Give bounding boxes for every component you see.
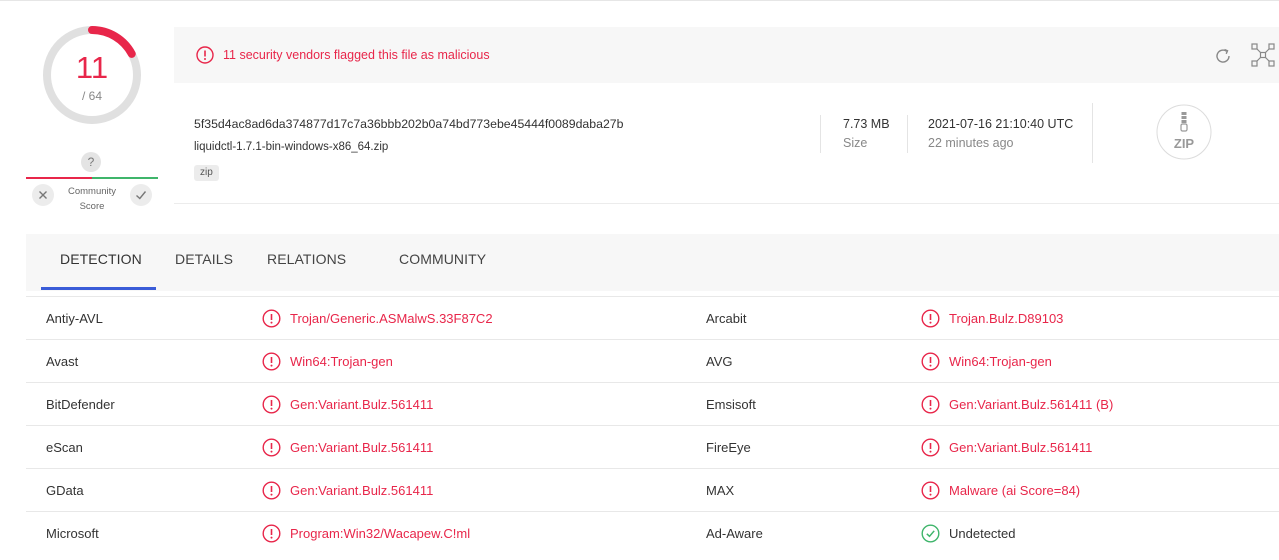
alert-icon [921,352,940,376]
zip-file-icon: ZIP [1156,104,1212,160]
table-row: Microsoft Program:Win32/Wacapew.C!ml Ad-Aw… [26,511,1279,555]
detection-result: Gen:Variant.Bulz.561411 (B) [949,397,1114,412]
alert-message: 11 security vendors flagged this file as… [223,48,490,62]
reanalyze-icon[interactable] [1212,45,1234,67]
file-tag[interactable]: zip [194,165,219,181]
detections-count: 11 [75,50,109,85]
alert-icon [921,309,940,333]
check-circle-icon [921,524,940,548]
detection-result: Gen:Variant.Bulz.561411 [290,483,434,498]
vendor-name: MAX [706,483,735,498]
engines-total: / 64 [81,89,102,103]
alert-icon [262,352,281,376]
file-info-card: 5f35d4ac8ad6da374877d17c7a36bbb202b0a74b… [174,83,1279,204]
close-icon [39,191,47,199]
detection-result: Win64:Trojan-gen [290,354,393,369]
vendor-name: BitDefender [46,397,115,412]
table-row: BitDefender Gen:Variant.Bulz.561411 Emsiso… [26,382,1279,426]
analysis-age: 22 minutes ago [928,136,1014,150]
alert-icon [262,309,281,333]
table-row: GData Gen:Variant.Bulz.561411 MAX Malware (… [26,468,1279,512]
top-divider [0,0,1279,1]
table-row: eScan Gen:Variant.Bulz.561411 FireEye Gen:V… [26,425,1279,469]
detection-result: Trojan.Bulz.D89103 [949,311,1064,326]
detection-score-gauge: 11 / 64 [40,23,144,127]
vendor-name: Microsoft [46,526,99,541]
table-row: Avast Win64:Trojan-gen AVG Win64:Trojan-gen [26,339,1279,383]
community-bar-positive [92,177,158,179]
alert-icon [921,395,940,419]
vendor-name: Ad-Aware [706,526,763,541]
tab-relations[interactable]: RELATIONS [267,251,346,267]
check-icon [136,191,147,200]
alert-icon [921,481,940,505]
tab-bar: DETECTION DETAILS RELATIONS COMMUNITY [26,234,1279,291]
detection-result: Gen:Variant.Bulz.561411 [290,397,434,412]
community-bar-negative [26,177,92,179]
vendor-name: Avast [46,354,79,369]
zip-icon-shape: ZIP [1156,104,1212,160]
file-size-label: Size [843,136,868,150]
divider [1092,103,1093,163]
file-hash[interactable]: 5f35d4ac8ad6da374877d17c7a36bbb202b0a74b… [194,117,623,131]
alert-icon [262,438,281,462]
alert-icon [196,46,214,64]
malicious-alert-banner: 11 security vendors flagged this file as… [174,27,1279,83]
vendor-name: Emsisoft [706,397,756,412]
alert-icon [262,395,281,419]
tab-details[interactable]: DETAILS [175,251,233,267]
detection-result: Win64:Trojan-gen [949,354,1052,369]
vendor-name: GData [46,483,84,498]
analysis-date: 2021-07-16 21:10:40 UTC [928,117,1074,131]
vote-harmless-button[interactable] [130,184,152,206]
zip-icon-label: ZIP [1174,136,1195,151]
vendor-name: eScan [46,440,83,455]
vendor-name: FireEye [706,440,751,455]
divider [820,115,821,153]
tab-community[interactable]: COMMUNITY [399,251,486,267]
table-row: Antiy-AVL Trojan/Generic.ASMalwS.33F87C2 A… [26,296,1279,340]
vote-harmful-button[interactable] [32,184,54,206]
vendor-name: AVG [706,354,733,369]
active-tab-indicator [41,287,156,290]
detection-result: Undetected [949,526,1016,541]
file-size: 7.73 MB [843,117,890,131]
detection-result: Trojan/Generic.ASMalwS.33F87C2 [290,311,493,326]
file-name: liquidctl-1.7.1-bin-windows-x86_64.zip [194,141,389,153]
divider [907,115,908,153]
tab-detection[interactable]: DETECTION [60,251,142,267]
alert-icon [921,438,940,462]
detection-result: Gen:Variant.Bulz.561411 [949,440,1093,455]
question-icon: ? [81,152,101,172]
detection-result: Program:Win32/Wacapew.C!ml [290,526,471,541]
vendor-name: Antiy-AVL [46,311,103,326]
detection-result: Malware (ai Score=84) [949,483,1081,498]
alert-icon [262,481,281,505]
graph-icon[interactable] [1251,43,1275,67]
vendor-name: Arcabit [706,311,747,326]
alert-icon [262,524,281,548]
community-score-label: Community Score [67,186,117,212]
detection-result: Gen:Variant.Bulz.561411 [290,440,434,455]
